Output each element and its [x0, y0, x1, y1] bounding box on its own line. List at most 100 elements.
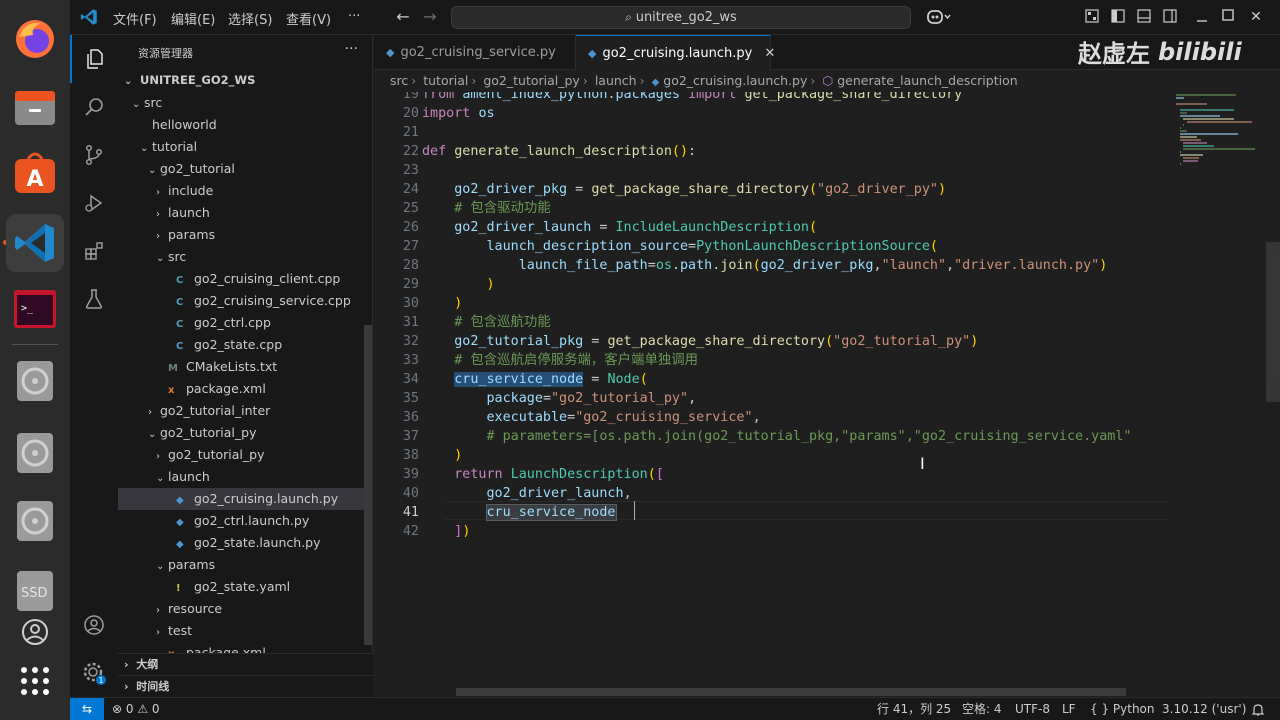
menu-file[interactable]: 文件(F) [113, 9, 157, 28]
terminal-icon[interactable]: >_ [10, 284, 60, 334]
encoding[interactable]: UTF-8 [1015, 698, 1050, 720]
ssd-icon[interactable]: SSD [10, 566, 60, 616]
tree-item[interactable]: ⌄ go2_tutorial [118, 158, 372, 180]
breadcrumb-item[interactable]: generate_launch_description [837, 73, 1017, 88]
tree-item[interactable]: › include [118, 180, 372, 202]
tree-item[interactable]: › go2_tutorial_py [118, 444, 372, 466]
code-editor[interactable]: 19 from ament_index_python.packages impor… [374, 92, 1280, 697]
python-interpreter[interactable]: 3.10.12 ('usr') [1162, 698, 1246, 720]
tree-item[interactable]: ⌄ params [118, 554, 372, 576]
tree-item[interactable]: Cgo2_state.cpp [118, 334, 372, 356]
app-center-icon[interactable]: A [10, 148, 60, 198]
tree-item[interactable]: ◆ go2_ctrl.launch.py [118, 510, 372, 532]
outline-section[interactable]: › 大纲 [118, 653, 373, 675]
indentation[interactable]: 空格: 4 [962, 698, 1002, 720]
tab-go2-cruising-service[interactable]: ◆ go2_cruising_service.py [374, 35, 576, 70]
tree-item[interactable]: M CMakeLists.txt [118, 356, 372, 378]
layout-customize-icon[interactable] [1084, 9, 1100, 25]
breadcrumb-item[interactable]: go2_cruising.launch.py [663, 73, 807, 88]
tree-item[interactable]: ! go2_state.yaml [118, 576, 372, 598]
tree-item[interactable]: x package.xml [118, 378, 372, 400]
close-tab-icon[interactable]: ✕ [764, 46, 775, 61]
explorer-icon[interactable] [70, 35, 118, 83]
cursor-position[interactable]: 行 41，列 25 [877, 698, 951, 720]
extensions-icon[interactable] [70, 227, 118, 275]
explorer-sidebar: 资源管理器 ··· ⌄ UNITREE_GO2_WS ⌄ src helloworl… [118, 35, 373, 697]
minimap[interactable] [1176, 92, 1266, 182]
horizontal-scrollbar[interactable] [456, 688, 1126, 696]
tab-go2-cruising-launch[interactable]: ◆ go2_cruising.launch.py ✕ [576, 35, 775, 70]
tree-item[interactable]: ⌄ src [118, 92, 372, 114]
mouse-ibeam-cursor-icon: I [920, 454, 925, 473]
toggle-panel-icon[interactable] [1136, 9, 1152, 25]
chevron-right-icon: › [148, 407, 152, 418]
testing-icon[interactable] [70, 275, 118, 323]
code-line: 29 ) [374, 275, 1174, 294]
forward-arrow-icon[interactable]: → [422, 9, 438, 25]
menu-edit[interactable]: 编辑(E) [171, 9, 215, 28]
tree-item[interactable]: ⌄ tutorial [118, 136, 372, 158]
workspace-root[interactable]: ⌄ UNITREE_GO2_WS [118, 69, 372, 91]
tree-item[interactable]: ◆ go2_cruising.launch.py [118, 488, 372, 510]
source-control-icon[interactable] [70, 131, 118, 179]
tree-item[interactable]: ⌄ launch [118, 466, 372, 488]
apps-grid-icon[interactable] [10, 656, 60, 706]
command-center-search[interactable]: ⌕ unitree_go2_ws [451, 6, 911, 29]
end-of-line[interactable]: LF [1062, 698, 1076, 720]
minimap-line [1183, 148, 1256, 150]
disc-icon[interactable] [10, 356, 60, 406]
tree-item[interactable]: › resource [118, 598, 372, 620]
tree-item[interactable]: ◆ go2_state.launch.py [118, 532, 372, 554]
copilot-icon[interactable] [926, 9, 952, 25]
tree-item[interactable]: ⌄ go2_tutorial_py [118, 422, 372, 444]
problems-count[interactable]: ⊗ 0 ⚠ 0 [112, 698, 160, 720]
vertical-scrollbar[interactable] [1266, 242, 1280, 402]
tree-item[interactable]: › go2_tutorial_inter [118, 400, 372, 422]
tree-item[interactable]: › test [118, 620, 372, 642]
explorer-more-icon[interactable]: ··· [345, 41, 358, 57]
tree-item[interactable]: helloworld [118, 114, 372, 136]
files-icon[interactable] [10, 82, 60, 132]
tree-item[interactable]: › params [118, 224, 372, 246]
toggle-secondary-sidebar-icon[interactable] [1162, 9, 1178, 25]
line-number: 24 [402, 182, 419, 197]
tab-label: go2_cruising.launch.py [602, 46, 753, 61]
tree-item[interactable]: › launch [118, 202, 372, 224]
file-type-icon: C [176, 319, 184, 330]
line-number: 40 [402, 486, 419, 501]
tree-item[interactable]: ⌄ src [118, 246, 372, 268]
breadcrumb-item[interactable]: src [390, 73, 408, 88]
tree-item[interactable]: Cgo2_cruising_client.cpp [118, 268, 372, 290]
user-icon[interactable] [10, 612, 60, 652]
firefox-icon[interactable] [10, 14, 60, 64]
breadcrumb-item[interactable]: go2_tutorial_py [483, 73, 579, 88]
search-icon[interactable] [70, 83, 118, 131]
menu-more[interactable]: ··· [348, 9, 360, 24]
minimize-icon[interactable] [1194, 9, 1210, 25]
run-debug-icon[interactable] [70, 179, 118, 227]
function-symbol-icon: ⬡ [822, 73, 834, 88]
close-icon[interactable]: ✕ [1248, 9, 1264, 25]
breadcrumb-item[interactable]: launch [595, 73, 637, 88]
maximize-icon[interactable] [1220, 9, 1236, 25]
accounts-icon[interactable] [70, 601, 118, 649]
notifications-bell-icon[interactable] [1251, 698, 1265, 720]
toggle-sidebar-icon[interactable] [1110, 9, 1126, 25]
line-source: # 包含巡航功能 [454, 315, 551, 330]
timeline-section[interactable]: › 时间线 [118, 675, 373, 697]
disc-icon[interactable] [10, 496, 60, 546]
tree-item[interactable]: Cgo2_ctrl.cpp [118, 312, 372, 334]
vscode-icon[interactable] [6, 214, 64, 272]
manage-gear-icon[interactable]: 1 [70, 649, 118, 697]
line-number: 21 [402, 125, 419, 140]
remote-indicator[interactable]: ⇆ [70, 698, 104, 720]
disc-icon[interactable] [10, 428, 60, 478]
language-mode[interactable]: { } Python [1090, 698, 1155, 720]
tree-item[interactable]: Cgo2_cruising_service.cpp [118, 290, 372, 312]
tree-scrollbar[interactable] [364, 325, 372, 645]
menu-selection[interactable]: 选择(S) [228, 9, 272, 28]
back-arrow-icon[interactable]: ← [395, 9, 411, 25]
menu-view[interactable]: 查看(V) [286, 9, 331, 28]
file-type-icon: ! [176, 583, 181, 594]
breadcrumb-item[interactable]: tutorial [423, 73, 468, 88]
